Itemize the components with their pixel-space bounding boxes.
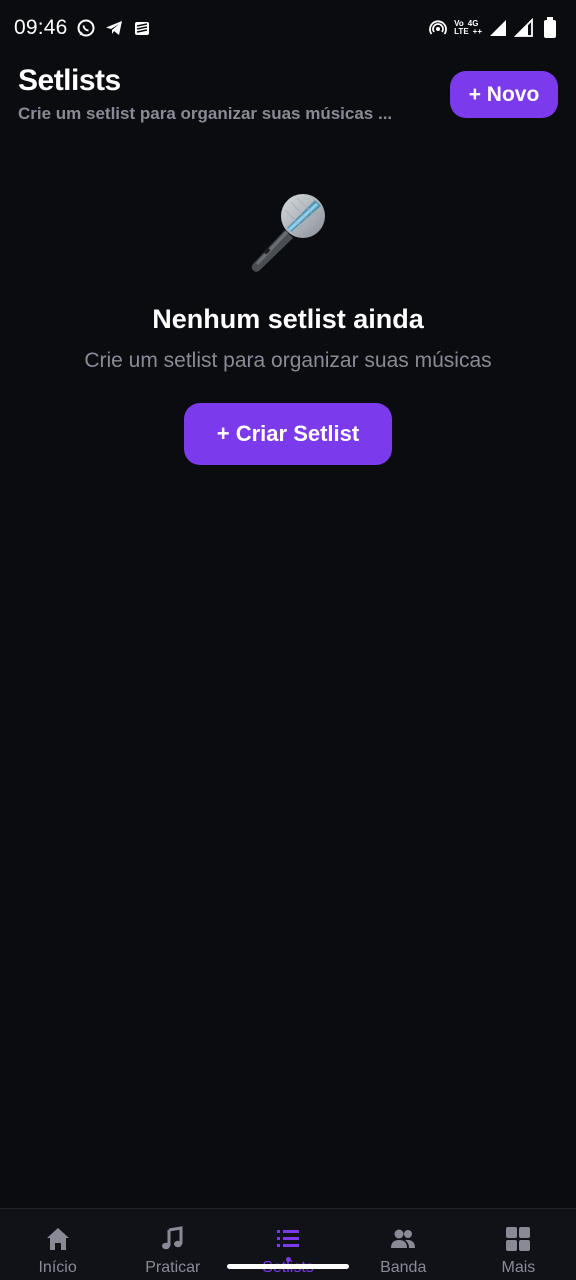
status-time: 09:46	[14, 16, 68, 39]
telegram-icon	[104, 18, 124, 38]
music-note-icon	[159, 1225, 187, 1253]
status-left: 09:46	[14, 16, 152, 40]
empty-state: Nenhum setlist ainda Crie um setlist par…	[0, 186, 576, 465]
net-bottom-label: ++	[472, 27, 482, 36]
nav-item-setlists[interactable]: Setlists	[230, 1209, 345, 1280]
empty-state-title: Nenhum setlist ainda	[152, 304, 424, 334]
signal-icon	[514, 18, 534, 38]
grid-icon	[504, 1225, 532, 1253]
whatsapp-icon	[76, 18, 96, 38]
nav-item-praticar[interactable]: Praticar	[115, 1209, 230, 1280]
new-setlist-button[interactable]: + Novo	[450, 71, 558, 118]
nav-label: Início	[38, 1259, 77, 1276]
signal-icon	[488, 18, 508, 38]
page-header: Setlists Crie um setlist para organizar …	[0, 64, 576, 134]
microphone-icon	[0, 186, 576, 276]
volte-bottom-label: LTE	[454, 27, 469, 36]
create-setlist-button[interactable]: + Criar Setlist	[184, 403, 392, 465]
page-subtitle: Crie um setlist para organizar suas músi…	[18, 104, 393, 123]
volte-4g-icon: Vo 4G LTE ++	[454, 20, 482, 36]
battery-icon	[540, 17, 560, 38]
nav-label: Banda	[380, 1259, 427, 1276]
home-icon	[44, 1225, 72, 1253]
nav-label: Praticar	[145, 1259, 201, 1276]
status-right: Vo 4G LTE ++	[428, 17, 560, 38]
nav-item-banda[interactable]: Banda	[346, 1209, 461, 1280]
bottom-nav: Início Praticar Setlists Banda Mais	[0, 1208, 576, 1280]
nav-item-mais[interactable]: Mais	[461, 1209, 576, 1280]
list-icon	[274, 1225, 302, 1253]
empty-state-subtitle: Crie um setlist para organizar suas músi…	[84, 349, 492, 372]
status-bar: 09:46 Vo 4G LTE ++	[0, 0, 576, 56]
hotspot-icon	[428, 18, 448, 38]
nav-item-inicio[interactable]: Início	[0, 1209, 115, 1280]
active-indicator-dot	[285, 1257, 291, 1262]
nav-label: Mais	[501, 1259, 536, 1276]
home-indicator[interactable]	[227, 1264, 349, 1269]
stack-app-icon	[132, 18, 152, 38]
people-icon	[389, 1225, 417, 1253]
page-title: Setlists	[18, 64, 121, 97]
setlists-screen: 09:46 Vo 4G LTE ++ Setlists Crie um setl…	[0, 0, 576, 1280]
